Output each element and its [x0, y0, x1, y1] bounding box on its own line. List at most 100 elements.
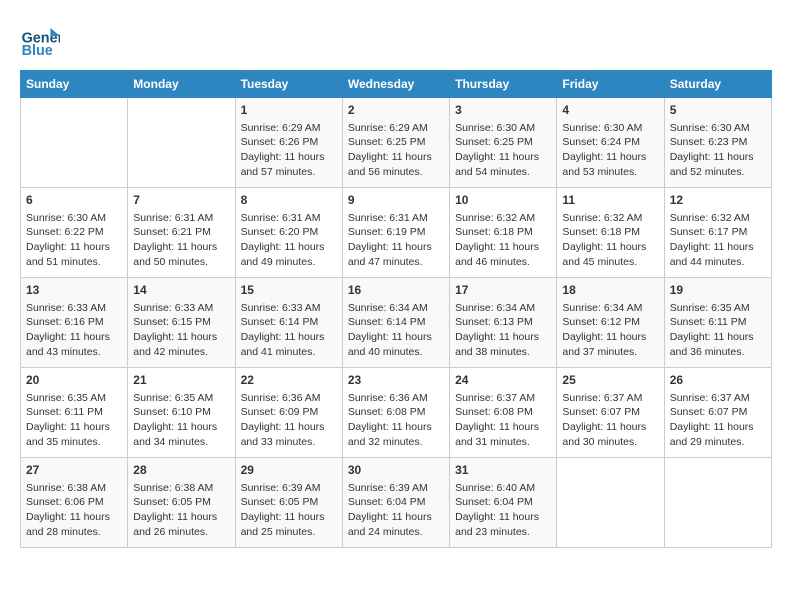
cell-info: Sunrise: 6:34 AMSunset: 6:12 PMDaylight:… — [562, 301, 658, 360]
cell-info: Sunrise: 6:35 AMSunset: 6:11 PMDaylight:… — [26, 391, 122, 450]
calendar-cell — [128, 98, 235, 188]
cell-info: Sunrise: 6:40 AMSunset: 6:04 PMDaylight:… — [455, 481, 551, 540]
calendar-cell: 10Sunrise: 6:32 AMSunset: 6:18 PMDayligh… — [450, 188, 557, 278]
day-number: 17 — [455, 282, 551, 299]
calendar-cell: 26 Sunrise: 6:37 AMSunset: 6:07 PMDayligh… — [664, 368, 771, 458]
calendar-cell: 25 Sunrise: 6:37 AMSunset: 6:07 PMDayligh… — [557, 368, 664, 458]
cell-info: Sunrise: 6:37 AMSunset: 6:08 PMDaylight:… — [455, 391, 551, 450]
cell-info: Sunrise: 6:34 AMSunset: 6:13 PMDaylight:… — [455, 301, 551, 360]
calendar-cell — [557, 458, 664, 548]
cell-info: Sunrise: 6:33 AMSunset: 6:15 PMDaylight:… — [133, 301, 229, 360]
calendar-cell: 30 Sunrise: 6:39 AMSunset: 6:04 PMDayligh… — [342, 458, 449, 548]
cell-info: Sunrise: 6:29 AMSunset: 6:26 PMDaylight:… — [241, 121, 337, 180]
day-number: 14 — [133, 282, 229, 299]
logo: General Blue — [20, 20, 64, 60]
calendar-cell: 17 Sunrise: 6:34 AMSunset: 6:13 PMDayligh… — [450, 278, 557, 368]
cell-info: Sunrise: 6:37 AMSunset: 6:07 PMDaylight:… — [562, 391, 658, 450]
cell-info: Sunrise: 6:31 AMSunset: 6:21 PMDaylight:… — [133, 211, 229, 270]
day-number: 30 — [348, 462, 444, 479]
calendar-cell: 1 Sunrise: 6:29 AMSunset: 6:26 PMDaylight… — [235, 98, 342, 188]
cell-info: Sunrise: 6:38 AMSunset: 6:05 PMDaylight:… — [133, 481, 229, 540]
day-number: 18 — [562, 282, 658, 299]
day-header-thursday: Thursday — [450, 71, 557, 98]
day-number: 22 — [241, 372, 337, 389]
day-number: 24 — [455, 372, 551, 389]
calendar-cell: 28 Sunrise: 6:38 AMSunset: 6:05 PMDayligh… — [128, 458, 235, 548]
calendar-header-row: SundayMondayTuesdayWednesdayThursdayFrid… — [21, 71, 772, 98]
calendar-cell: 8 Sunrise: 6:31 AMSunset: 6:20 PMDaylight… — [235, 188, 342, 278]
calendar-cell: 6 Sunrise: 6:30 AMSunset: 6:22 PMDaylight… — [21, 188, 128, 278]
cell-info: Sunrise: 6:31 AMSunset: 6:20 PMDaylight:… — [241, 211, 337, 270]
cell-info: Sunrise: 6:34 AMSunset: 6:14 PMDaylight:… — [348, 301, 444, 360]
day-number: 8 — [241, 192, 337, 209]
cell-info: Sunrise: 6:31 AMSunset: 6:19 PMDaylight:… — [348, 211, 444, 270]
day-header-sunday: Sunday — [21, 71, 128, 98]
day-number: 9 — [348, 192, 444, 209]
calendar-cell: 21 Sunrise: 6:35 AMSunset: 6:10 PMDayligh… — [128, 368, 235, 458]
day-header-monday: Monday — [128, 71, 235, 98]
day-number: 16 — [348, 282, 444, 299]
cell-info: Sunrise: 6:36 AMSunset: 6:08 PMDaylight:… — [348, 391, 444, 450]
calendar-cell: 23 Sunrise: 6:36 AMSunset: 6:08 PMDayligh… — [342, 368, 449, 458]
day-number: 26 — [670, 372, 766, 389]
cell-info: Sunrise: 6:38 AMSunset: 6:06 PMDaylight:… — [26, 481, 122, 540]
day-number: 13 — [26, 282, 122, 299]
day-number: 7 — [133, 192, 229, 209]
cell-info: Sunrise: 6:35 AMSunset: 6:11 PMDaylight:… — [670, 301, 766, 360]
calendar-cell: 29Sunrise: 6:39 AMSunset: 6:05 PMDayligh… — [235, 458, 342, 548]
day-number: 27 — [26, 462, 122, 479]
cell-info: Sunrise: 6:33 AMSunset: 6:14 PMDaylight:… — [241, 301, 337, 360]
day-number: 31 — [455, 462, 551, 479]
cell-info: Sunrise: 6:35 AMSunset: 6:10 PMDaylight:… — [133, 391, 229, 450]
calendar-cell: 2Sunrise: 6:29 AMSunset: 6:25 PMDaylight… — [342, 98, 449, 188]
day-header-friday: Friday — [557, 71, 664, 98]
calendar-cell: 4 Sunrise: 6:30 AMSunset: 6:24 PMDaylight… — [557, 98, 664, 188]
day-number: 25 — [562, 372, 658, 389]
calendar-cell: 15 Sunrise: 6:33 AMSunset: 6:14 PMDayligh… — [235, 278, 342, 368]
calendar-cell: 18 Sunrise: 6:34 AMSunset: 6:12 PMDayligh… — [557, 278, 664, 368]
day-number: 3 — [455, 102, 551, 119]
cell-info: Sunrise: 6:30 AMSunset: 6:23 PMDaylight:… — [670, 121, 766, 180]
calendar-table: SundayMondayTuesdayWednesdayThursdayFrid… — [20, 70, 772, 548]
calendar-cell: 22Sunrise: 6:36 AMSunset: 6:09 PMDayligh… — [235, 368, 342, 458]
day-header-saturday: Saturday — [664, 71, 771, 98]
cell-info: Sunrise: 6:32 AMSunset: 6:18 PMDaylight:… — [562, 211, 658, 270]
day-number: 19 — [670, 282, 766, 299]
day-number: 21 — [133, 372, 229, 389]
day-number: 28 — [133, 462, 229, 479]
calendar-cell: 7 Sunrise: 6:31 AMSunset: 6:21 PMDaylight… — [128, 188, 235, 278]
day-header-tuesday: Tuesday — [235, 71, 342, 98]
cell-info: Sunrise: 6:30 AMSunset: 6:25 PMDaylight:… — [455, 121, 551, 180]
calendar-week-row: 27 Sunrise: 6:38 AMSunset: 6:06 PMDayligh… — [21, 458, 772, 548]
day-number: 15 — [241, 282, 337, 299]
cell-info: Sunrise: 6:39 AMSunset: 6:04 PMDaylight:… — [348, 481, 444, 540]
day-number: 20 — [26, 372, 122, 389]
calendar-cell: 27 Sunrise: 6:38 AMSunset: 6:06 PMDayligh… — [21, 458, 128, 548]
day-number: 2 — [348, 102, 444, 119]
calendar-cell: 16 Sunrise: 6:34 AMSunset: 6:14 PMDayligh… — [342, 278, 449, 368]
calendar-week-row: 20 Sunrise: 6:35 AMSunset: 6:11 PMDayligh… — [21, 368, 772, 458]
cell-info: Sunrise: 6:33 AMSunset: 6:16 PMDaylight:… — [26, 301, 122, 360]
cell-info: Sunrise: 6:30 AMSunset: 6:22 PMDaylight:… — [26, 211, 122, 270]
calendar-cell — [664, 458, 771, 548]
day-number: 1 — [241, 102, 337, 119]
day-number: 10 — [455, 192, 551, 209]
calendar-cell: 31 Sunrise: 6:40 AMSunset: 6:04 PMDayligh… — [450, 458, 557, 548]
calendar-cell: 14 Sunrise: 6:33 AMSunset: 6:15 PMDayligh… — [128, 278, 235, 368]
cell-info: Sunrise: 6:32 AMSunset: 6:17 PMDaylight:… — [670, 211, 766, 270]
day-number: 12 — [670, 192, 766, 209]
calendar-cell: 20 Sunrise: 6:35 AMSunset: 6:11 PMDayligh… — [21, 368, 128, 458]
calendar-cell: 24 Sunrise: 6:37 AMSunset: 6:08 PMDayligh… — [450, 368, 557, 458]
calendar-cell: 11 Sunrise: 6:32 AMSunset: 6:18 PMDayligh… — [557, 188, 664, 278]
cell-info: Sunrise: 6:39 AMSunset: 6:05 PMDaylight:… — [241, 481, 337, 540]
day-number: 23 — [348, 372, 444, 389]
day-number: 4 — [562, 102, 658, 119]
day-number: 11 — [562, 192, 658, 209]
cell-info: Sunrise: 6:30 AMSunset: 6:24 PMDaylight:… — [562, 121, 658, 180]
svg-text:Blue: Blue — [22, 43, 53, 59]
day-number: 6 — [26, 192, 122, 209]
calendar-cell: 19 Sunrise: 6:35 AMSunset: 6:11 PMDayligh… — [664, 278, 771, 368]
calendar-cell: 5Sunrise: 6:30 AMSunset: 6:23 PMDaylight… — [664, 98, 771, 188]
cell-info: Sunrise: 6:37 AMSunset: 6:07 PMDaylight:… — [670, 391, 766, 450]
calendar-week-row: 13 Sunrise: 6:33 AMSunset: 6:16 PMDayligh… — [21, 278, 772, 368]
